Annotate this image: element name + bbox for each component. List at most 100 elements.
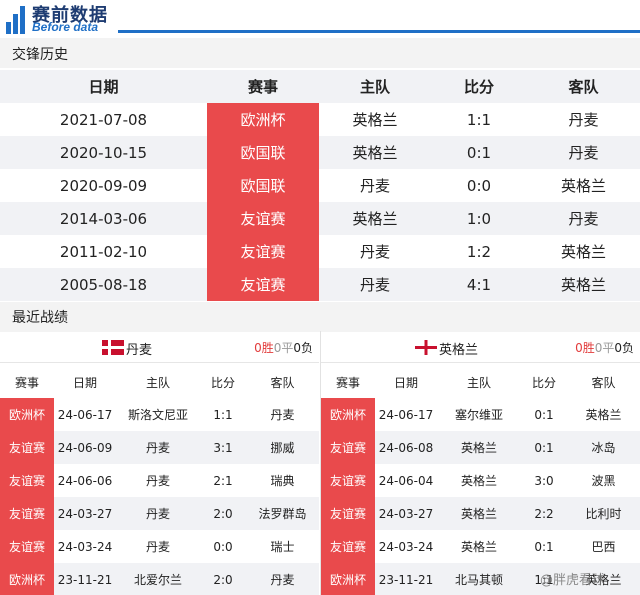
cell-date: 24-06-06 bbox=[57, 473, 113, 488]
col-date: 日期 bbox=[72, 375, 97, 390]
cell-date: 24-03-27 bbox=[378, 506, 434, 521]
cell-home: 丹麦 bbox=[145, 540, 170, 554]
cell-away: 英格兰 bbox=[585, 408, 622, 422]
recent-row: 友谊赛 24-06-08 英格兰 0:1 冰岛 bbox=[321, 431, 640, 464]
cell-score: 1:0 bbox=[466, 209, 492, 228]
cell-away: 英格兰 bbox=[560, 276, 606, 294]
col-home: 主队 bbox=[466, 375, 491, 390]
cell-competition: 欧洲杯 bbox=[207, 103, 319, 136]
cell-away: 挪威 bbox=[270, 441, 295, 455]
col-competition: 赛事 bbox=[247, 78, 278, 96]
cell-date: 2020-10-15 bbox=[59, 143, 148, 162]
cell-away: 冰岛 bbox=[591, 441, 616, 455]
history-row: 2020-09-09 欧国联 丹麦 0:0 英格兰 bbox=[0, 169, 640, 202]
cell-competition: 欧国联 bbox=[207, 169, 319, 202]
cell-home: 丹麦 bbox=[359, 276, 390, 294]
cell-date: 24-06-08 bbox=[378, 440, 434, 455]
cell-away: 英格兰 bbox=[560, 177, 606, 195]
recent-panel-left: 丹麦 0胜0平0负 赛事 日期 主队 比分 客队 欧洲杯 24-06-17 斯洛文尼… bbox=[0, 331, 320, 595]
recent-row: 友谊赛 24-03-27 英格兰 2:2 比利时 bbox=[321, 497, 640, 530]
denmark-flag-icon bbox=[102, 340, 124, 355]
cell-away: 波黑 bbox=[591, 474, 616, 488]
recent-row: 友谊赛 24-06-04 英格兰 3:0 波黑 bbox=[321, 464, 640, 497]
cell-away: 比利时 bbox=[585, 507, 622, 521]
wins: 0胜 bbox=[575, 341, 595, 355]
recent-row: 欧洲杯 24-06-17 斯洛文尼亚 1:1 丹麦 bbox=[0, 398, 319, 431]
cell-score: 1:2 bbox=[466, 242, 492, 261]
cell-score: 3:0 bbox=[534, 473, 554, 488]
team-record: 0胜0平0负 bbox=[575, 339, 634, 356]
brand-tagline: Before data bbox=[32, 20, 99, 34]
cell-competition: 友谊赛 bbox=[0, 530, 54, 563]
cell-date: 23-11-21 bbox=[378, 572, 434, 587]
cell-away: 丹麦 bbox=[568, 111, 599, 129]
cell-home: 英格兰 bbox=[460, 540, 497, 554]
draws: 0平 bbox=[594, 341, 615, 355]
cell-competition: 友谊赛 bbox=[321, 464, 375, 497]
cell-date: 24-06-17 bbox=[378, 407, 434, 422]
history-title: 交锋历史 bbox=[12, 47, 68, 63]
cell-score: 0:1 bbox=[534, 407, 554, 422]
recent-row: 友谊赛 24-03-24 英格兰 0:1 巴西 bbox=[321, 530, 640, 563]
team-record: 0胜0平0负 bbox=[254, 339, 313, 356]
team-bar: 丹麦 0胜0平0负 bbox=[0, 331, 319, 363]
cell-date: 24-06-17 bbox=[57, 407, 113, 422]
cell-home: 英格兰 bbox=[352, 111, 398, 129]
england-flag-icon bbox=[415, 340, 437, 355]
cell-competition: 欧洲杯 bbox=[0, 398, 54, 431]
cell-score: 2:2 bbox=[534, 506, 554, 521]
cell-score: 0:1 bbox=[466, 143, 492, 162]
col-competition: 赛事 bbox=[14, 375, 39, 390]
col-score: 比分 bbox=[463, 78, 494, 96]
cell-away: 巴西 bbox=[591, 540, 616, 554]
wins: 0胜 bbox=[254, 341, 274, 355]
cell-away: 瑞士 bbox=[270, 540, 295, 554]
cell-away: 丹麦 bbox=[270, 573, 295, 587]
recent-panel-right: 英格兰 0胜0平0负 赛事 日期 主队 比分 客队 欧洲杯 24-06-17 塞尔维… bbox=[320, 331, 640, 595]
col-competition: 赛事 bbox=[335, 375, 360, 390]
cell-competition: 友谊赛 bbox=[321, 497, 375, 530]
cell-score: 2:1 bbox=[213, 473, 233, 488]
col-score: 比分 bbox=[531, 375, 556, 390]
cell-competition: 欧洲杯 bbox=[0, 563, 54, 595]
recent-row: 友谊赛 24-03-27 丹麦 2:0 法罗群岛 bbox=[0, 497, 319, 530]
cell-score: 1:1 bbox=[466, 110, 492, 129]
cell-away: 法罗群岛 bbox=[258, 507, 307, 521]
col-away: 客队 bbox=[270, 375, 295, 390]
cell-competition: 欧国联 bbox=[207, 136, 319, 169]
cell-away: 丹麦 bbox=[568, 210, 599, 228]
cell-home: 北爱尔兰 bbox=[133, 573, 182, 587]
cell-competition: 欧洲杯 bbox=[321, 398, 375, 431]
cell-competition: 友谊赛 bbox=[321, 431, 375, 464]
recent-row: 友谊赛 24-06-06 丹麦 2:1 瑞典 bbox=[0, 464, 319, 497]
cell-score: 3:1 bbox=[213, 440, 233, 455]
cell-home: 塞尔维亚 bbox=[454, 408, 503, 422]
cell-home: 丹麦 bbox=[145, 507, 170, 521]
cell-home: 斯洛文尼亚 bbox=[127, 408, 188, 422]
col-score: 比分 bbox=[210, 375, 235, 390]
cell-date: 2005-08-18 bbox=[59, 275, 148, 294]
cell-away: 丹麦 bbox=[270, 408, 295, 422]
draws: 0平 bbox=[273, 341, 294, 355]
col-date: 日期 bbox=[393, 375, 418, 390]
watermark: @胖虎看球 bbox=[540, 573, 606, 588]
cell-score: 0:1 bbox=[534, 440, 554, 455]
cell-competition: 友谊赛 bbox=[0, 431, 54, 464]
col-away: 客队 bbox=[591, 375, 616, 390]
cell-score: 0:1 bbox=[534, 539, 554, 554]
history-row: 2020-10-15 欧国联 英格兰 0:1 丹麦 bbox=[0, 136, 640, 169]
cell-home: 英格兰 bbox=[352, 210, 398, 228]
history-row: 2011-02-10 友谊赛 丹麦 1:2 英格兰 bbox=[0, 235, 640, 268]
cell-date: 24-06-04 bbox=[378, 473, 434, 488]
cell-date: 23-11-21 bbox=[57, 572, 113, 587]
cell-date: 2014-03-06 bbox=[59, 209, 148, 228]
cell-date: 2021-07-08 bbox=[59, 110, 148, 129]
team-name: 丹麦 bbox=[126, 343, 153, 358]
team-bar: 英格兰 0胜0平0负 bbox=[321, 331, 640, 363]
history-row: 2014-03-06 友谊赛 英格兰 1:0 丹麦 bbox=[0, 202, 640, 235]
col-away: 客队 bbox=[568, 78, 599, 96]
cell-score: 2:0 bbox=[213, 572, 233, 587]
cell-competition: 友谊赛 bbox=[321, 530, 375, 563]
cell-competition: 友谊赛 bbox=[0, 464, 54, 497]
cell-score: 4:1 bbox=[466, 275, 492, 294]
